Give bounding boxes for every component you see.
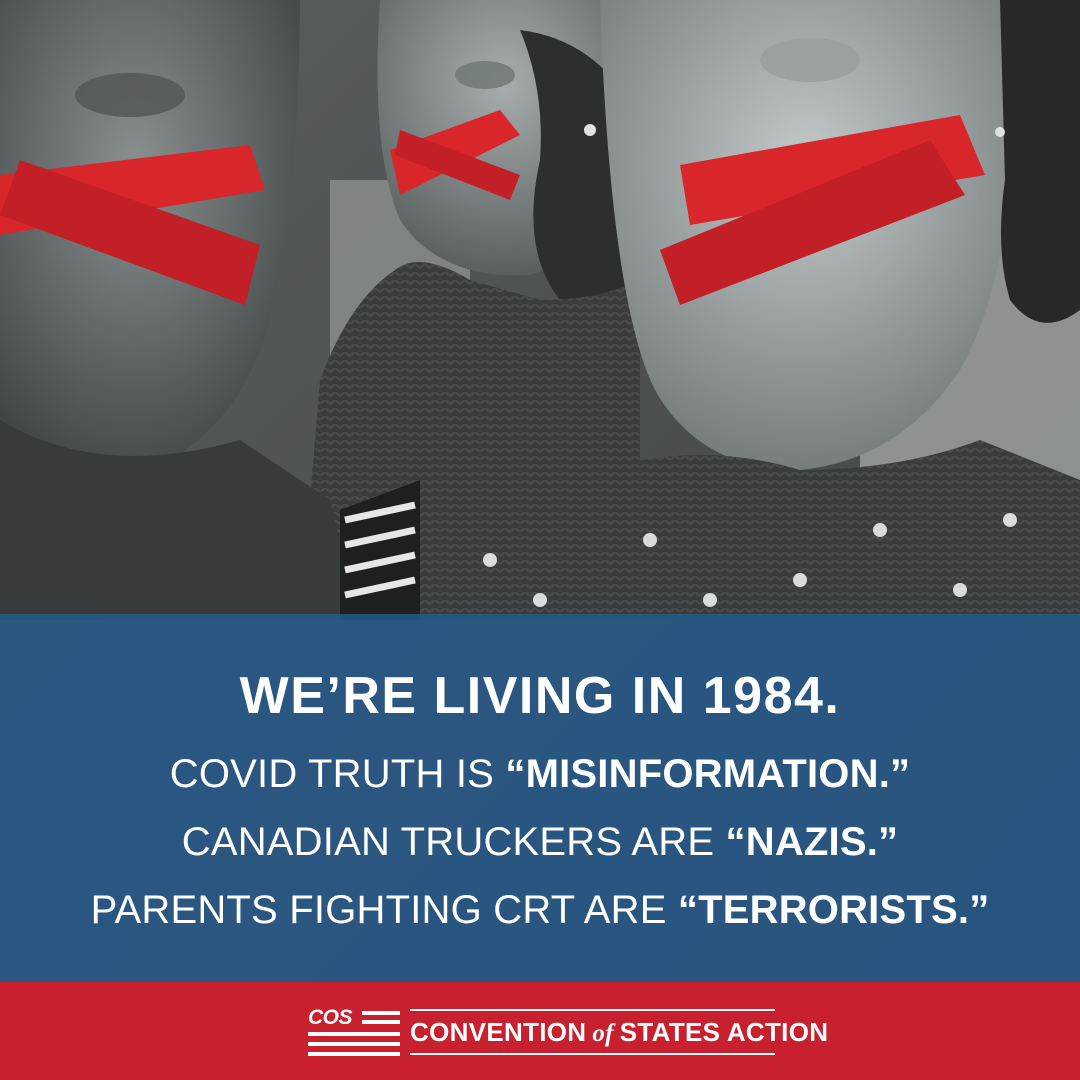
- org-rule-top: [410, 1009, 775, 1011]
- logo-stripe: [308, 1032, 400, 1036]
- statement-2-prefix: CANADIAN TRUCKERS ARE: [181, 820, 726, 864]
- logo-stripe: [362, 1020, 400, 1024]
- statement-1-prefix: COVID TRUTH IS: [169, 752, 506, 796]
- logo-stripe: [362, 1011, 400, 1015]
- org-rule-bottom: [410, 1053, 775, 1055]
- statement-2-emphasis: “NAZIS.”: [725, 820, 899, 864]
- logo-text: COS: [308, 1006, 353, 1029]
- org-name-of: of: [592, 1020, 614, 1047]
- headline: WE’RE LIVING IN 1984.: [239, 667, 841, 725]
- statement-1-emphasis: “MISINFORMATION.”: [505, 752, 911, 796]
- org-name-part1: CONVENTION: [410, 1017, 587, 1047]
- poster: WE’RE LIVING IN 1984. COVID TRUTH IS “MI…: [0, 0, 1080, 1080]
- org-name-part2: STATES ACTION: [619, 1017, 829, 1047]
- organization-name: CONVENTION of STATES ACTION: [410, 1014, 828, 1050]
- statement-line-2: CANADIAN TRUCKERS ARE “NAZIS.”: [0, 820, 1080, 865]
- message-panel: WE’RE LIVING IN 1984. COVID TRUTH IS “MI…: [0, 614, 1080, 982]
- logo-stripe: [308, 1042, 400, 1046]
- statement-line-3: PARENTS FIGHTING CRT ARE “TERRORISTS.”: [0, 888, 1080, 933]
- footer-bar: COS CONVENTION of STATES ACTION: [0, 982, 1080, 1080]
- logo-stripe: [308, 1052, 400, 1056]
- statement-3-prefix: PARENTS FIGHTING CRT ARE: [90, 888, 678, 932]
- statement-3-emphasis: “TERRORISTS.”: [677, 888, 990, 932]
- statement-line-1: COVID TRUTH IS “MISINFORMATION.”: [0, 752, 1080, 797]
- cos-flag-logo: COS: [308, 1007, 400, 1057]
